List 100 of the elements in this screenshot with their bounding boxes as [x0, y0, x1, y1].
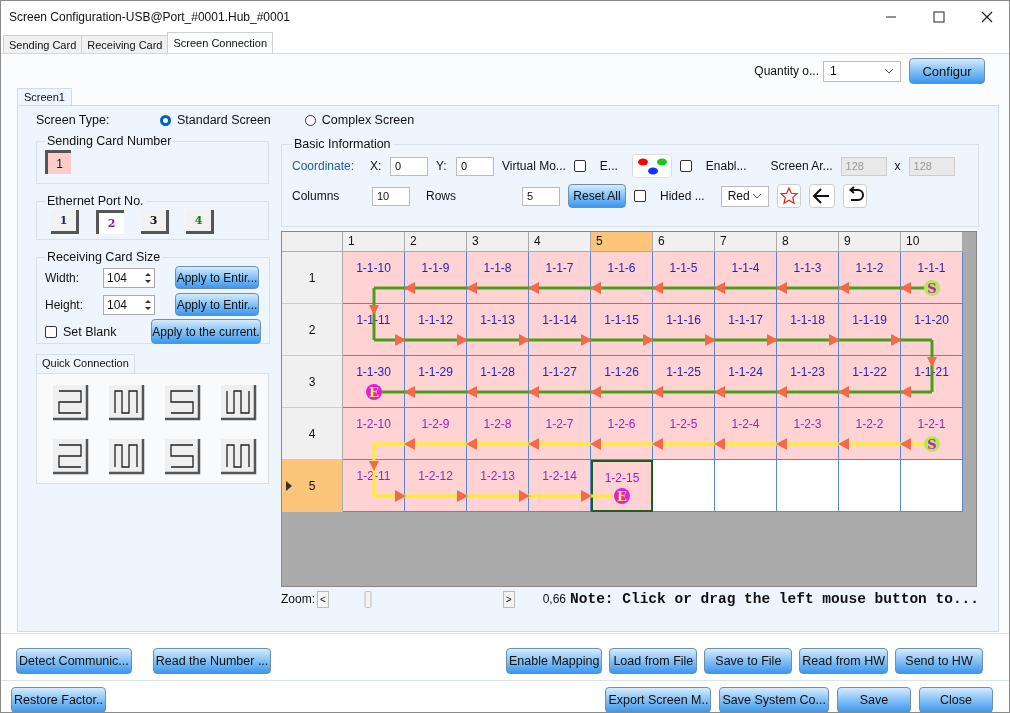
wiring-pattern-icon[interactable] [107, 383, 145, 421]
grid-cell[interactable]: 1-1-20 [901, 304, 963, 356]
grid-cell[interactable]: 1-1-6 [591, 252, 653, 304]
grid-cell[interactable]: 1-1-13 [467, 304, 529, 356]
radio-icon[interactable] [160, 114, 171, 126]
y-field[interactable]: 0 [456, 156, 494, 176]
port-button[interactable]: 4 [186, 210, 214, 234]
zoom-slider-thumb[interactable] [364, 590, 372, 608]
grid-cell[interactable]: 1-1-14 [529, 304, 591, 356]
wiring-pattern-icon[interactable] [163, 383, 201, 421]
radio-icon[interactable] [304, 114, 316, 126]
grid-cell[interactable]: 1-1-15 [591, 304, 653, 356]
row-header[interactable]: 3 [282, 356, 343, 408]
rows-field[interactable]: 5 [522, 186, 560, 206]
grid-cell[interactable]: 1-1-4 [715, 252, 777, 304]
column-header[interactable]: 4 [529, 232, 591, 252]
width-spinner[interactable]: 104 [103, 267, 155, 288]
wiring-pattern-icon[interactable] [107, 437, 145, 475]
grid-cell[interactable]: 1-1-19 [839, 304, 901, 356]
apply-button[interactable]: Apply to Entir... [175, 293, 259, 316]
action-button[interactable]: Send to HW [895, 648, 983, 674]
action-button[interactable]: Save [837, 687, 911, 712]
action-button[interactable]: Save to File [704, 648, 793, 674]
grid-cell[interactable]: 1-1-12 [405, 304, 467, 356]
column-header[interactable]: 6 [653, 232, 715, 252]
row-header[interactable]: 4 [282, 408, 343, 460]
wiring-pattern-icon[interactable] [219, 383, 257, 421]
grid-cell[interactable]: 1-2-5 [653, 408, 715, 460]
grid-cell[interactable]: 1-1-28 [467, 356, 529, 408]
grid-cell[interactable]: 1-2-14 [529, 460, 591, 512]
column-header[interactable]: 9 [839, 232, 901, 252]
column-header[interactable]: 2 [405, 232, 467, 252]
checkbox[interactable] [634, 190, 646, 202]
columns-field[interactable]: 10 [372, 186, 410, 206]
action-button[interactable]: Restore Factor.. [11, 687, 106, 712]
grid-cell[interactable]: 1-1-17 [715, 304, 777, 356]
radio-option[interactable]: Standard Screen [160, 113, 271, 127]
action-button[interactable]: Close [919, 687, 993, 712]
color-select[interactable]: Red [720, 185, 769, 207]
wiring-pattern-icon[interactable] [163, 437, 201, 475]
grid-cell[interactable]: 1-2-7 [529, 408, 591, 460]
configure-button[interactable]: Configur [909, 58, 985, 84]
row-header[interactable]: 1 [282, 252, 343, 304]
checkbox[interactable] [573, 160, 586, 172]
action-button[interactable]: Enable Mapping [506, 648, 603, 674]
grid-cell[interactable]: 1-1-22 [839, 356, 901, 408]
grid-cell[interactable]: 1-2-10 [343, 408, 405, 460]
grid-cell[interactable]: 1-2-6 [591, 408, 653, 460]
sending-card-button[interactable]: 1 [45, 150, 71, 174]
grid-cell[interactable]: 1-2-13 [467, 460, 529, 512]
tab[interactable]: Screen Connection [167, 32, 274, 53]
column-header[interactable]: 5 [591, 232, 653, 252]
screen-tab[interactable]: Screen1 [17, 88, 72, 105]
action-button[interactable]: Export Screen M.. [605, 687, 712, 712]
grid-cell[interactable]: 1-1-10 [343, 252, 405, 304]
grid-cell[interactable]: 1-1-16 [653, 304, 715, 356]
column-header[interactable]: 10 [901, 232, 963, 252]
grid-cell[interactable]: 1-1-23 [777, 356, 839, 408]
action-button[interactable]: Load from File [609, 648, 698, 674]
color-dots-icon[interactable] [631, 154, 672, 178]
column-header[interactable]: 3 [467, 232, 529, 252]
tab[interactable]: Sending Card [3, 35, 83, 53]
grid-cell[interactable]: 1-1-5 [653, 252, 715, 304]
wiring-pattern-icon[interactable] [51, 437, 89, 475]
radio-option[interactable]: Complex Screen [304, 113, 415, 127]
column-header[interactable]: 1 [343, 232, 405, 252]
action-button[interactable]: Read the Number ... [152, 648, 272, 674]
port-button[interactable]: 1 [51, 210, 79, 234]
grid-cell[interactable]: 1-2-12 [405, 460, 467, 512]
grid-cell[interactable]: 1-1-9 [405, 252, 467, 304]
quick-connection-tab[interactable]: Quick Connection [36, 354, 135, 373]
checkbox[interactable] [45, 325, 57, 338]
grid-cell[interactable]: 1-1-2 [839, 252, 901, 304]
wiring-pattern-icon[interactable] [51, 383, 89, 421]
tab[interactable]: Receiving Card [81, 35, 169, 53]
grid-cell[interactable]: 1-2-9 [405, 408, 467, 460]
grid-cell[interactable]: 1-2-3 [777, 408, 839, 460]
port-button[interactable]: 3 [141, 210, 169, 234]
port-button[interactable]: 2 [96, 210, 124, 234]
apply-button[interactable]: Apply to the current. [151, 319, 261, 344]
reset-all-button[interactable]: Reset All [568, 184, 626, 208]
grid-cell[interactable]: 1-1-8 [467, 252, 529, 304]
grid-cell[interactable]: 1-2-4 [715, 408, 777, 460]
column-header[interactable]: 8 [777, 232, 839, 252]
wiring-pattern-icon[interactable] [219, 437, 257, 475]
apply-button[interactable]: Apply to Entir... [175, 266, 259, 289]
height-spinner[interactable]: 104 [103, 294, 155, 315]
grid-cell[interactable]: 1-1-26 [591, 356, 653, 408]
star-icon[interactable] [776, 184, 801, 208]
action-button[interactable]: Detect Communic... [16, 648, 132, 674]
row-header[interactable]: 2 [282, 304, 343, 356]
action-button[interactable]: Read from HW [799, 648, 888, 674]
grid-cell[interactable]: 1-2-2 [839, 408, 901, 460]
zoom-out-button[interactable]: < [317, 590, 329, 608]
undo-icon[interactable] [842, 184, 867, 208]
grid-cell[interactable]: 1-2-8 [467, 408, 529, 460]
checkbox[interactable] [679, 160, 692, 172]
grid-cell[interactable]: 1-1-25 [653, 356, 715, 408]
close-icon[interactable] [981, 11, 993, 23]
x-field[interactable]: 0 [390, 156, 428, 176]
